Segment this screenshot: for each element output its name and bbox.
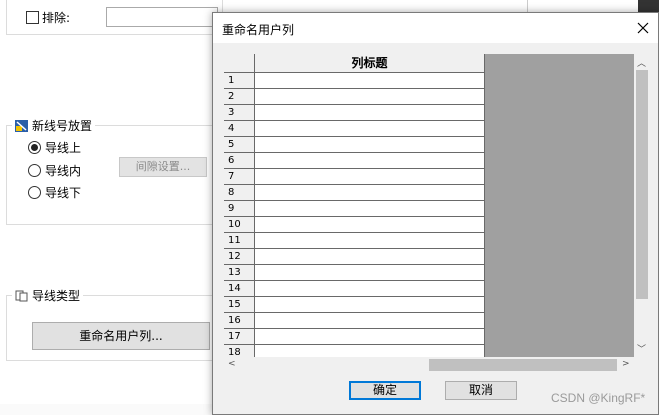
scroll-corner	[634, 357, 648, 373]
scroll-down-icon[interactable]: ﹀	[637, 342, 646, 355]
watermark: CSDN @KingRF*	[551, 391, 646, 405]
grid-row[interactable]: 14	[224, 281, 485, 297]
exclude-input[interactable]	[106, 7, 218, 27]
row-number[interactable]: 5	[224, 137, 255, 153]
dialog-titlebar[interactable]: 重命名用户列	[213, 13, 658, 43]
column-grid: 列标题 1 2 3 4 5 6 7 8 9 10 11 12 13 14 15 16 17 18	[224, 54, 648, 373]
radio-on-wire[interactable]: 导线上	[28, 139, 81, 156]
row-number[interactable]: 6	[224, 153, 255, 169]
radio-button[interactable]	[28, 141, 41, 154]
exclude-label: 排除:	[42, 11, 71, 25]
grid-row[interactable]: 4	[224, 121, 485, 137]
grid-corner	[224, 54, 255, 73]
row-number[interactable]: 7	[224, 169, 255, 185]
column-title-cell[interactable]	[255, 329, 485, 345]
scroll-right-icon[interactable]: >	[622, 359, 630, 369]
radio-under-wire[interactable]: 导线下	[28, 184, 81, 201]
column-title-cell[interactable]	[255, 233, 485, 249]
grid-row[interactable]: 6	[224, 153, 485, 169]
column-title-cell[interactable]	[255, 217, 485, 233]
row-number[interactable]: 4	[224, 121, 255, 137]
grid-row[interactable]: 10	[224, 217, 485, 233]
grid-row[interactable]: 12	[224, 249, 485, 265]
grid-row[interactable]: 17	[224, 329, 485, 345]
column-title-cell[interactable]	[255, 153, 485, 169]
column-title-cell[interactable]	[255, 201, 485, 217]
column-title-cell[interactable]	[255, 137, 485, 153]
column-title-cell[interactable]	[255, 73, 485, 89]
radio-in-wire[interactable]: 导线内	[28, 162, 81, 179]
close-button[interactable]	[628, 13, 658, 43]
row-number[interactable]: 15	[224, 297, 255, 313]
scroll-left-icon[interactable]: <	[228, 359, 236, 369]
wire-type-icon	[15, 290, 28, 301]
row-number[interactable]: 2	[224, 89, 255, 105]
row-number[interactable]: 11	[224, 233, 255, 249]
grid-row[interactable]: 16	[224, 313, 485, 329]
row-number[interactable]: 9	[224, 201, 255, 217]
rename-user-columns-button[interactable]: 重命名用户列...	[32, 322, 210, 350]
radio-label: 导线下	[45, 186, 82, 200]
window-edge	[638, 0, 659, 12]
wire-number-icon	[15, 119, 28, 132]
radio-label: 导线上	[45, 141, 82, 155]
cancel-button[interactable]: 取消	[445, 381, 517, 400]
column-title-cell[interactable]	[255, 169, 485, 185]
grid-row[interactable]: 9	[224, 201, 485, 217]
wire-type-title-text: 导线类型	[32, 289, 81, 303]
column-title-cell[interactable]	[255, 313, 485, 329]
row-number[interactable]: 16	[224, 313, 255, 329]
column-header: 列标题	[255, 54, 485, 73]
grid-row[interactable]: 11	[224, 233, 485, 249]
column-title-cell[interactable]	[255, 121, 485, 137]
grid-rows: 1 2 3 4 5 6 7 8 9 10 11 12 13 14 15 16 17 18	[224, 73, 485, 361]
row-number[interactable]: 14	[224, 281, 255, 297]
column-title-cell[interactable]	[255, 249, 485, 265]
radio-label: 导线内	[45, 164, 82, 178]
radio-button[interactable]	[28, 164, 41, 177]
column-title-cell[interactable]	[255, 281, 485, 297]
ok-button[interactable]: 确定	[349, 381, 421, 400]
horizontal-scrollbar[interactable]: < >	[224, 357, 634, 373]
grid-row[interactable]: 1	[224, 73, 485, 89]
column-title-cell[interactable]	[255, 89, 485, 105]
row-number[interactable]: 10	[224, 217, 255, 233]
column-title-cell[interactable]	[255, 185, 485, 201]
column-title-cell[interactable]	[255, 265, 485, 281]
wire-group-title-text: 新线号放置	[32, 119, 93, 133]
row-number[interactable]: 8	[224, 185, 255, 201]
row-number[interactable]: 12	[224, 249, 255, 265]
horizontal-scroll-thumb[interactable]	[429, 359, 617, 371]
divider	[527, 0, 528, 12]
radio-button[interactable]	[28, 186, 41, 199]
grid-row[interactable]: 13	[224, 265, 485, 281]
grid-row[interactable]: 7	[224, 169, 485, 185]
row-number[interactable]: 17	[224, 329, 255, 345]
wire-type-title: 导线类型	[12, 287, 84, 304]
exclude-checkbox[interactable]	[26, 11, 39, 24]
rename-user-columns-dialog: 重命名用户列 列标题 1 2 3 4 5 6 7 8 9 10 11 12 13 14 15 16 17 18 ︿…	[212, 12, 659, 415]
grid-row[interactable]: 2	[224, 89, 485, 105]
dialog-title: 重命名用户列	[222, 23, 295, 37]
scroll-up-icon[interactable]: ︿	[637, 56, 646, 69]
vertical-scrollbar[interactable]: ︿ ﹀	[634, 54, 648, 357]
row-number[interactable]: 13	[224, 265, 255, 281]
row-number[interactable]: 3	[224, 105, 255, 121]
grid-row[interactable]: 8	[224, 185, 485, 201]
gap-settings-button: 间隙设置...	[119, 157, 207, 177]
row-number[interactable]: 1	[224, 73, 255, 89]
vertical-scroll-thumb[interactable]	[636, 70, 648, 299]
column-title-cell[interactable]	[255, 105, 485, 121]
close-icon	[637, 22, 649, 34]
grid-row[interactable]: 3	[224, 105, 485, 121]
grid-row[interactable]: 15	[224, 297, 485, 313]
column-title-cell[interactable]	[255, 297, 485, 313]
grid-row[interactable]: 5	[224, 137, 485, 153]
wire-group-title: 新线号放置	[12, 117, 96, 134]
